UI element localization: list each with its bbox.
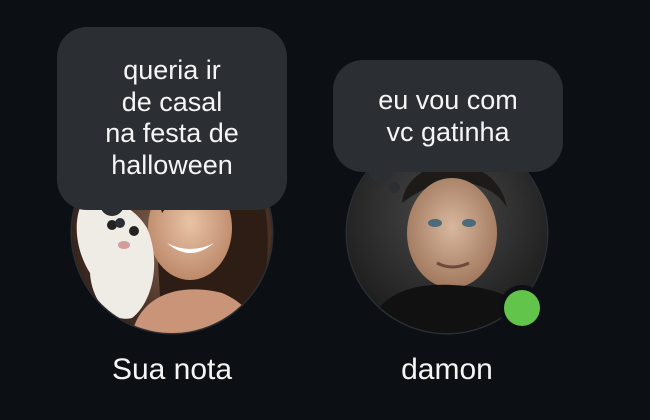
note-username: Sua nota [111,353,233,386]
thought-dot-small [115,218,125,228]
own-note[interactable]: queria ir de casal na festa de halloween… [0,0,330,420]
note-bubble[interactable]: queria ir de casal na festa de halloween [57,27,287,210]
note-bubble[interactable]: eu vou com vc gatinha [333,60,563,172]
online-status-indicator [504,290,540,326]
thought-dot-small [389,182,400,193]
note-username: damon [401,353,493,386]
friend-note[interactable]: eu vou com vc gatinha damon [330,0,650,420]
